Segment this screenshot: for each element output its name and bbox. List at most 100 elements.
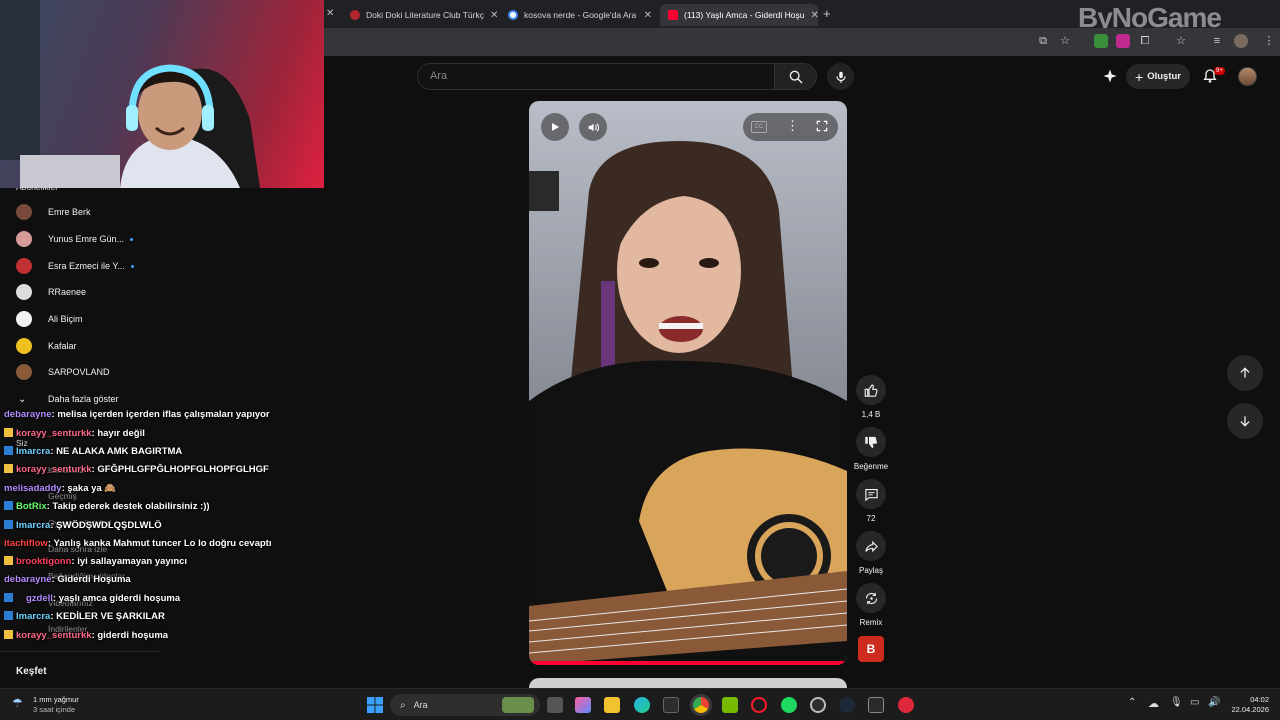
- dislike-button[interactable]: [856, 427, 886, 457]
- bookmarks-icon[interactable]: ☆: [1174, 34, 1188, 48]
- tab-doki-doki[interactable]: Doki Doki Literature Club Türkç ✕: [342, 4, 500, 26]
- chat-message: debarayne: Giderdi Hoşuma: [4, 574, 131, 585]
- epic-games-icon[interactable]: [868, 697, 884, 713]
- shorts-video-player[interactable]: CC ⋮: [529, 101, 847, 665]
- chat-message: brooktigonn: iyi sallayamayan yayıncı: [4, 556, 187, 567]
- obs-icon[interactable]: [810, 697, 826, 713]
- subscriber-badge-icon: [4, 464, 13, 473]
- store-icon[interactable]: [663, 697, 679, 713]
- speaker-icon[interactable]: 🔊: [1208, 697, 1220, 708]
- remix-icon: [865, 592, 877, 604]
- chat-message: korayy_senturkk: GFĞPHLGFPĞLHOPFGLHOPFGL…: [4, 464, 269, 475]
- sidebar-item-subscription[interactable]: Yunus Emre Gün...: [0, 226, 160, 252]
- more-options-icon[interactable]: ⋮: [786, 118, 799, 134]
- sidebar-item-subscription[interactable]: RRaenee: [0, 279, 160, 305]
- sidebar-item-subscription[interactable]: Kafalar: [0, 333, 160, 359]
- tab-youtube-active[interactable]: (113) Yaşlı Amca - Giderdi Hoşu ✕: [660, 4, 818, 26]
- windows-start-icon[interactable]: [367, 697, 383, 713]
- search-button[interactable]: [775, 63, 817, 90]
- channel-avatar-button[interactable]: B: [858, 636, 884, 662]
- youtube-icon: [668, 10, 678, 20]
- like-count: 1,4 B: [861, 410, 881, 419]
- close-icon[interactable]: ✕: [490, 10, 498, 21]
- channel-name: RRaenee: [48, 287, 87, 297]
- task-view-icon[interactable]: [547, 697, 563, 713]
- spotify-icon[interactable]: [781, 697, 797, 713]
- next-short-button[interactable]: [1227, 403, 1263, 439]
- new-tab-button[interactable]: +: [823, 6, 831, 21]
- edge-icon[interactable]: [634, 697, 650, 713]
- search-input[interactable]: Ara: [417, 63, 775, 90]
- network-icon[interactable]: ▭: [1190, 697, 1199, 708]
- previous-short-button[interactable]: [1227, 355, 1263, 391]
- chevron-up-icon[interactable]: ⌃: [1128, 697, 1136, 708]
- share-icon: [864, 540, 878, 552]
- comment-count: 72: [866, 514, 876, 523]
- microphone-icon[interactable]: 🎙: [1170, 697, 1183, 708]
- remix-label: Remix: [859, 618, 883, 627]
- weather-text[interactable]: 1 mm yağmur: [33, 695, 79, 704]
- chat-message: lmarcra: NE ALAKA AMK BAGIRTMA: [4, 446, 182, 457]
- tab-google-search[interactable]: kosova nerde - Google'da Ara ✕: [500, 4, 660, 26]
- clock-time[interactable]: 04:02: [1229, 695, 1269, 704]
- profile-avatar[interactable]: [1234, 34, 1248, 48]
- sidebar-item-subscription[interactable]: Emre Berk: [0, 199, 160, 225]
- sparkle-ai-icon[interactable]: [1102, 68, 1118, 84]
- tab-title: (113) Yaşlı Amca - Giderdi Hoşu: [684, 10, 805, 20]
- captions-icon[interactable]: CC: [751, 121, 767, 133]
- bot-badge-icon: [4, 501, 13, 510]
- taskbar-search-input[interactable]: ⌕ Ara: [390, 694, 540, 716]
- subscriber-badge-icon: [4, 593, 13, 602]
- play-button[interactable]: [541, 113, 569, 141]
- copilot-icon[interactable]: [575, 697, 591, 713]
- browser-menu-icon[interactable]: ⋮: [1262, 34, 1276, 48]
- steam-icon[interactable]: [839, 697, 855, 713]
- channel-avatar: [16, 364, 32, 380]
- sidebar-section-explore[interactable]: Keşfet: [16, 666, 47, 677]
- extension-icon[interactable]: [1116, 34, 1130, 48]
- share-label: Paylaş: [858, 566, 883, 575]
- sidebar-item-subscription[interactable]: Ali Biçim: [0, 306, 160, 332]
- volume-button[interactable]: [579, 113, 607, 141]
- media-control-icon[interactable]: ≡: [1210, 34, 1224, 48]
- chevron-down-icon: ⌄: [18, 393, 27, 405]
- create-button[interactable]: + Oluştur: [1126, 64, 1190, 89]
- like-button[interactable]: [856, 375, 886, 405]
- subscriber-badge-icon: [4, 520, 13, 529]
- comments-button[interactable]: [856, 479, 886, 509]
- webcam-overlay: [0, 0, 324, 188]
- bookmark-star-icon[interactable]: ☆: [1058, 34, 1072, 48]
- sidebar-item-subscription[interactable]: SARPOVLAND: [0, 359, 160, 385]
- file-explorer-icon[interactable]: [604, 697, 620, 713]
- google-icon: [508, 10, 518, 20]
- channel-name: Yunus Emre Gün...: [48, 234, 125, 244]
- subscriber-badge-icon: [4, 428, 13, 437]
- subscriber-badge-icon: [4, 611, 13, 620]
- account-avatar[interactable]: [1238, 67, 1257, 86]
- extensions-puzzle-icon[interactable]: ⧠: [1138, 34, 1152, 48]
- opera-icon[interactable]: [751, 697, 767, 713]
- channel-avatar: [16, 311, 32, 327]
- chat-message: korayy_senturkk: giderdi hoşuma: [4, 630, 168, 641]
- share-button[interactable]: [856, 531, 886, 561]
- video-frame-image: [529, 101, 847, 665]
- sidebar-item-subscription[interactable]: Esra Ezmeci ile Y...: [0, 253, 160, 279]
- live-dot-icon: [130, 238, 134, 242]
- close-icon[interactable]: ✕: [644, 10, 652, 21]
- remix-button[interactable]: [856, 583, 886, 613]
- cast-icon[interactable]: ⧉: [1036, 34, 1050, 48]
- close-icon[interactable]: ✕: [810, 10, 818, 21]
- onedrive-cloud-icon[interactable]: ☁: [1148, 697, 1159, 710]
- extension-icon[interactable]: [1094, 34, 1108, 48]
- tab-title: kosova nerde - Google'da Ara: [524, 10, 637, 20]
- chat-message: BotRix: Takip ederek destek olabilirsini…: [4, 501, 210, 512]
- volume-icon: [588, 122, 599, 132]
- clock-date[interactable]: 22.04.2026: [1222, 705, 1269, 714]
- chrome-icon[interactable]: [693, 697, 709, 713]
- fullscreen-icon[interactable]: [815, 119, 829, 138]
- nvidia-icon[interactable]: [722, 697, 738, 713]
- tab-close-icon[interactable]: ✕: [326, 8, 334, 19]
- voice-search-button[interactable]: [827, 63, 854, 90]
- subscriber-badge-icon: [4, 446, 13, 455]
- app-icon[interactable]: [898, 697, 914, 713]
